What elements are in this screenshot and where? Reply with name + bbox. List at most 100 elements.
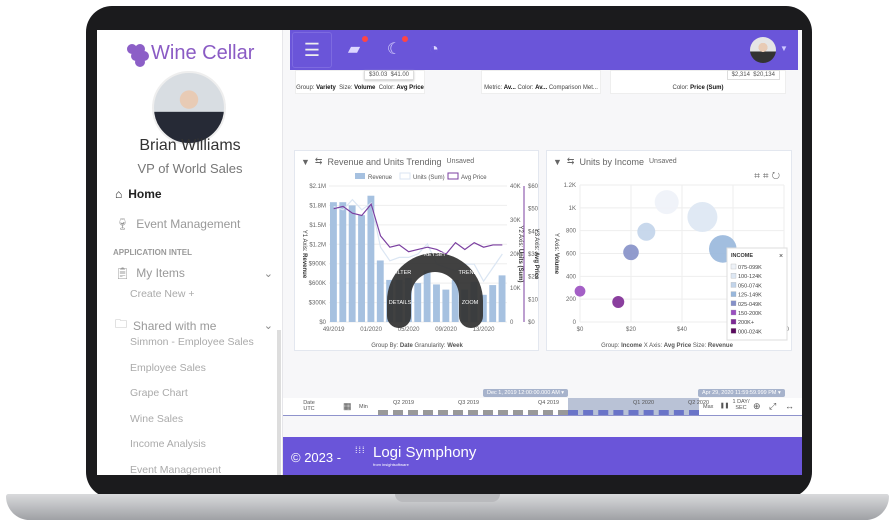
sidebar-item-my-items[interactable]: 📋︎ My Items ⌄ bbox=[115, 266, 273, 280]
home-icon: ⌂ bbox=[115, 187, 123, 201]
sidebar-item-home[interactable]: ⌂ Home bbox=[115, 187, 273, 201]
user-role: VP of World Sales bbox=[137, 161, 243, 176]
quarter-label: Q1 2020 bbox=[633, 400, 655, 406]
bubble-100-124K bbox=[687, 201, 718, 232]
close-icon[interactable]: × bbox=[779, 253, 783, 260]
legend-label: Avg Price bbox=[461, 175, 487, 181]
y-tick: 400 bbox=[566, 274, 577, 280]
y3-tick: $50 bbox=[528, 207, 539, 213]
app-logo[interactable]: Wine Cellar bbox=[125, 40, 255, 67]
create-new-link[interactable]: Create New + bbox=[130, 288, 195, 300]
footer: © 2023 - ⁞⁞⁞ Logi Symphony from insights… bbox=[283, 437, 802, 475]
quarter-label: Q2 2019 bbox=[393, 400, 415, 406]
revenue-bar bbox=[423, 270, 431, 322]
screen: Wine Cellar Brian Williams VP of World S… bbox=[97, 30, 802, 475]
legend-swatch bbox=[447, 172, 459, 180]
range-end-dropdown[interactable]: Apr 29, 2020 11:59:59.999 PM ▾ bbox=[698, 389, 785, 397]
y1-tick: $1.2M bbox=[309, 242, 326, 248]
y1-tick: $300K bbox=[309, 301, 326, 307]
x-tick: $0 bbox=[577, 327, 584, 333]
y1-tick: $600K bbox=[309, 281, 326, 287]
zoom-in-icon[interactable]: ⊕ bbox=[753, 401, 761, 412]
fit-width-icon[interactable]: ↔ bbox=[785, 401, 794, 411]
shared-item[interactable]: Income Analysis bbox=[130, 438, 206, 450]
min-button[interactable]: Min bbox=[359, 404, 368, 410]
max-button[interactable]: Max bbox=[703, 404, 713, 410]
pause-icon[interactable]: ❚❚ bbox=[720, 403, 729, 409]
top-card-variety[interactable]: $30.03 $41.00 Group: Variety Size: Volum… bbox=[295, 70, 425, 94]
range-start-dropdown[interactable]: Dec 1, 2019 12:00:00.000 AM ▾ bbox=[483, 389, 569, 397]
timeline: Date UTC ▦ Min Q2 2019 Q3 2019 Q4 2019 Q1 20… bbox=[283, 389, 802, 416]
sidebar: Wine Cellar Brian Williams VP of World S… bbox=[97, 30, 283, 475]
calendar-icon[interactable]: ▦ bbox=[343, 401, 352, 412]
y2-tick: 0 bbox=[510, 320, 514, 326]
speed-button[interactable]: 1 DAY/ SEC bbox=[732, 399, 750, 411]
shared-item[interactable]: Simmon - Employee Sales bbox=[130, 336, 254, 348]
chevron-down-icon[interactable]: ⌄ bbox=[264, 267, 273, 280]
y1-axis-title: Y1 Axis: Revenue bbox=[301, 230, 307, 279]
legend-swatch bbox=[730, 319, 737, 325]
y-axis-title: Y Axis: Volume bbox=[553, 233, 559, 275]
revenue-bar bbox=[433, 284, 440, 322]
radial-menu-zoom[interactable]: ZOOM bbox=[462, 300, 479, 306]
revenue-bar bbox=[442, 289, 450, 322]
shared-item[interactable]: Event Management bbox=[130, 464, 221, 476]
radial-menu-filter[interactable]: FILTER bbox=[393, 270, 412, 276]
chevron-down-icon[interactable]: ⌄ bbox=[264, 319, 273, 332]
legend-swatch bbox=[730, 328, 737, 334]
chart-footer: Group By: Date Granularity: Week bbox=[371, 343, 463, 349]
y2-tick: 40K bbox=[510, 184, 521, 190]
revenue-bar bbox=[489, 285, 497, 322]
legend-swatch bbox=[730, 263, 737, 270]
sidebar-scrollbar[interactable] bbox=[277, 330, 281, 475]
sidebar-item-event-management[interactable]: 🍷︎ Event Management bbox=[115, 217, 273, 231]
y1-tick: $2.1M bbox=[309, 184, 326, 190]
bubble-050-074K bbox=[637, 222, 656, 241]
quarter-label: Q3 2019 bbox=[458, 400, 480, 406]
y-tick: 800 bbox=[566, 229, 577, 235]
clipboard-icon: 📋︎ bbox=[115, 266, 131, 280]
legend-swatch bbox=[355, 173, 365, 179]
app-title: Wine Cellar bbox=[151, 41, 255, 64]
shared-item[interactable]: Grape Chart bbox=[130, 387, 188, 399]
legend-swatch bbox=[399, 172, 411, 180]
x-tick: 09/2020 bbox=[435, 327, 457, 333]
radial-menu-details[interactable]: DETAILS bbox=[389, 300, 412, 306]
x-tick: 49/2019 bbox=[323, 327, 345, 333]
y3-tick: $60 bbox=[528, 184, 539, 190]
scatter-chart[interactable]: 02004006008001K1.2K$0$20$40$60$80Y Axis:… bbox=[547, 151, 793, 352]
section-label: APPLICATION INTEL bbox=[113, 248, 192, 257]
revenue-bar bbox=[339, 202, 347, 322]
shared-item[interactable]: Wine Sales bbox=[130, 413, 183, 425]
copyright: © 2023 - bbox=[291, 450, 342, 465]
top-header: ☰ ▰ ☾ ◔ ▼ bbox=[290, 30, 798, 70]
bubble-200K+ bbox=[612, 296, 625, 309]
sidebar-item-shared[interactable]: 🗀 Shared with me ⌄ bbox=[115, 315, 273, 336]
menu-icon[interactable]: ☰ bbox=[292, 32, 332, 68]
y3-tick: $10 bbox=[528, 297, 539, 303]
caret-down-icon[interactable]: ▼ bbox=[780, 44, 788, 53]
y-tick: 1.2K bbox=[564, 183, 576, 189]
top-card-price[interactable]: $2,314 $20,134 Color: Price (Sum) bbox=[610, 70, 786, 94]
user-name: Brian Williams bbox=[139, 137, 241, 154]
tooltip: $2,314 $20,134 bbox=[726, 70, 780, 80]
x-tick: 01/2020 bbox=[360, 327, 382, 333]
trend-chart[interactable]: Revenue Units (Sum) Avg Price $0 $300K $600K $… bbox=[295, 151, 540, 352]
y1-tick: $1.5M bbox=[309, 223, 326, 229]
user-avatar-button[interactable] bbox=[750, 37, 776, 63]
y2-tick: 10K bbox=[510, 286, 521, 292]
expand-icon[interactable]: ⤢ bbox=[769, 401, 776, 412]
top-card-metric[interactable]: Metric: Av... Color: Av... Comparison Me… bbox=[481, 70, 601, 94]
y2-axis-title: Y2 Axis: Units (Sum) bbox=[517, 225, 523, 282]
brand-sub: from insightsoftware bbox=[373, 462, 409, 467]
radial-menu-trend[interactable]: TREND bbox=[459, 270, 478, 276]
chat-icon[interactable]: ▰ bbox=[342, 36, 368, 62]
moon-icon[interactable]: ☾ bbox=[382, 36, 408, 62]
legend-swatch bbox=[730, 273, 737, 279]
legend-label: 100-124K bbox=[738, 274, 762, 280]
radial-menu-keyset[interactable]: KEYSET bbox=[424, 252, 446, 258]
x-tick: $20 bbox=[626, 327, 637, 333]
dashboard-eye-icon[interactable]: ◔ bbox=[422, 38, 446, 62]
shared-item[interactable]: Employee Sales bbox=[130, 362, 206, 374]
grapes-icon bbox=[125, 40, 149, 67]
